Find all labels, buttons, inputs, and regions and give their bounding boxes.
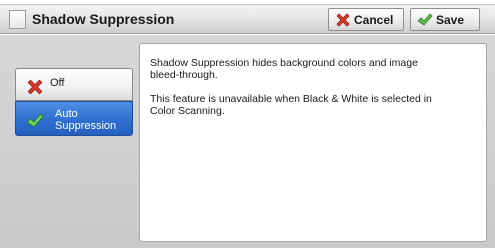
description-text-2: This feature is unavailable when Black &… xyxy=(150,93,432,117)
option-off[interactable]: Off xyxy=(15,68,133,101)
save-label: Save xyxy=(436,12,465,27)
description-text-1: Shadow Suppression hides background colo… xyxy=(150,57,418,81)
cancel-label: Cancel xyxy=(354,12,394,27)
header-bar: Shadow Suppression Cancel Save xyxy=(0,4,495,34)
green-check-icon xyxy=(26,112,44,130)
option-auto-suppression[interactable]: Auto Suppression xyxy=(15,101,133,136)
green-check-icon xyxy=(417,12,433,28)
description-panel: Shadow Suppression hides background colo… xyxy=(139,43,487,242)
save-button[interactable]: Save xyxy=(410,8,480,31)
cancel-button[interactable]: Cancel xyxy=(328,8,404,31)
option-off-label: Off xyxy=(50,77,65,89)
document-icon xyxy=(9,10,26,29)
option-auto-label: Auto Suppression xyxy=(55,108,117,132)
shadow-suppression-screen: Shadow Suppression Cancel Save Off Auto … xyxy=(0,0,495,248)
page-title: Shadow Suppression xyxy=(32,11,175,27)
red-x-icon xyxy=(335,12,351,28)
red-x-icon xyxy=(26,78,44,96)
